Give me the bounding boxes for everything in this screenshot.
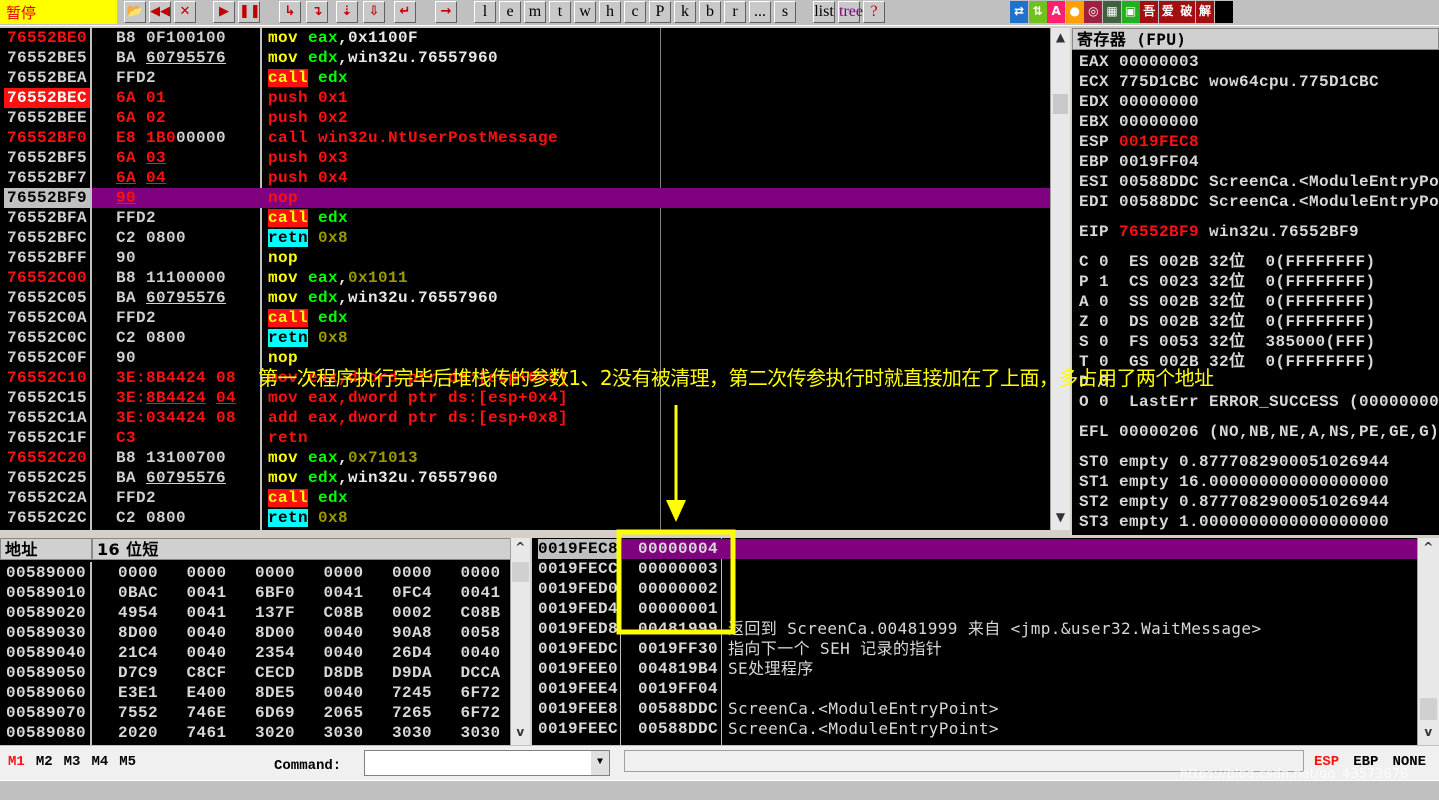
annotation-arrow-head [666, 500, 686, 522]
annotation-overlay [616, 405, 736, 635]
annotation-highlight-box [616, 529, 736, 635]
